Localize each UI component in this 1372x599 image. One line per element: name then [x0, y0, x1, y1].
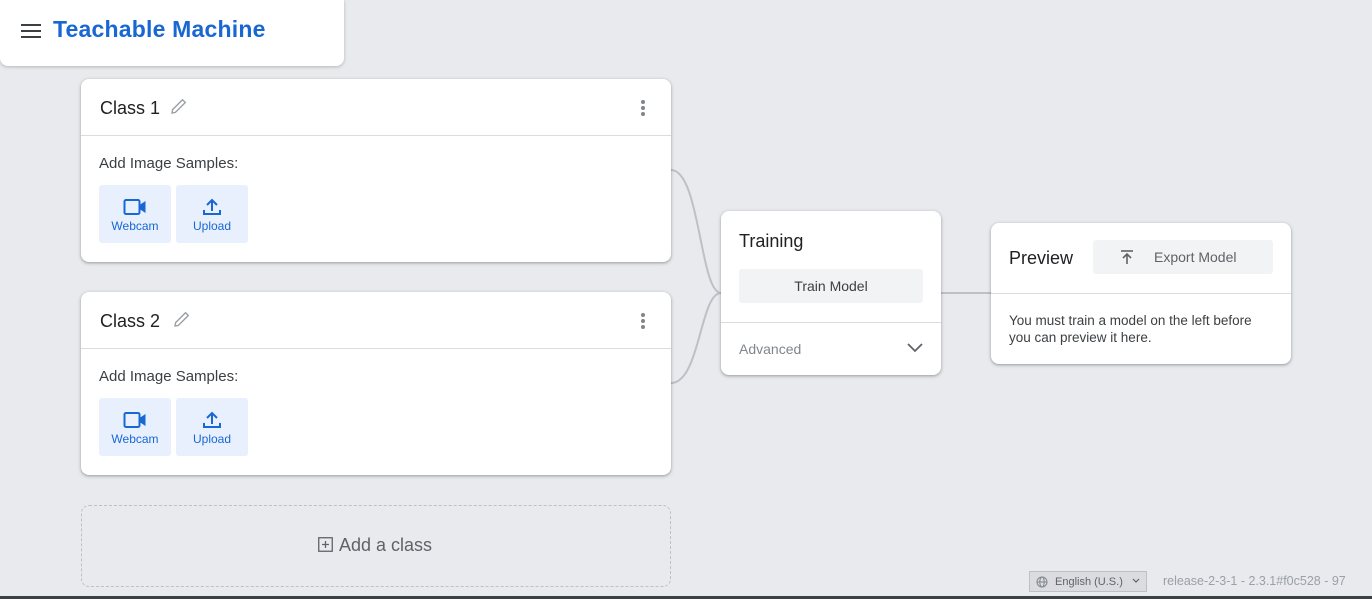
export-model-button[interactable]: Export Model — [1093, 240, 1273, 274]
training-title: Training — [739, 231, 804, 251]
add-class-button[interactable]: Add a class — [81, 505, 671, 587]
add-class-label: Add a class — [339, 535, 433, 555]
upload-button[interactable]: Upload — [176, 185, 248, 243]
globe-icon — [1036, 576, 1048, 588]
upload-button[interactable]: Upload — [176, 398, 248, 456]
language-selector[interactable]: English (U.S.) — [1029, 571, 1147, 592]
release-version: release-2-3-1 - 2.3.1#f0c528 - 97 — [1163, 574, 1346, 588]
upload-icon — [203, 411, 221, 428]
add-box-icon — [318, 537, 333, 552]
chevron-down-icon — [1132, 578, 1140, 583]
webcam-button[interactable]: Webcam — [99, 398, 171, 456]
video-camera-icon — [123, 199, 146, 215]
webcam-label: Webcam — [111, 432, 159, 446]
class-card-1: Class 1 Add Image Samples: Webcam Upload — [81, 79, 671, 262]
export-icon — [1121, 250, 1133, 264]
more-options-icon[interactable] — [641, 313, 645, 329]
edit-pencil-icon[interactable] — [172, 309, 192, 329]
upload-icon — [203, 198, 221, 215]
webcam-label: Webcam — [111, 219, 159, 233]
video-camera-icon — [123, 412, 146, 428]
upload-label: Upload — [192, 219, 232, 233]
webcam-button[interactable]: Webcam — [99, 185, 171, 243]
training-card: Training Train Model Advanced — [721, 211, 941, 375]
class-card-2: Class 2 Add Image Samples: Webcam Upload — [81, 292, 671, 475]
preview-title: Preview — [1009, 248, 1074, 268]
app-header: Teachable Machine — [0, 0, 344, 66]
divider — [991, 293, 1291, 294]
chevron-down-icon — [907, 343, 923, 353]
menu-icon[interactable] — [21, 24, 41, 40]
app-title[interactable]: Teachable Machine — [53, 16, 266, 43]
advanced-toggle[interactable]: Advanced — [721, 323, 941, 375]
samples-label: Add Image Samples: — [99, 155, 239, 172]
samples-label: Add Image Samples: — [99, 368, 239, 385]
class-card-header: Class 2 — [81, 292, 671, 349]
class-card-header: Class 1 — [81, 79, 671, 136]
export-model-label: Export Model — [1154, 249, 1237, 265]
train-model-button[interactable]: Train Model — [739, 269, 923, 303]
preview-card: Preview Export Model You must train a mo… — [991, 223, 1291, 364]
more-options-icon[interactable] — [641, 100, 645, 116]
class-title[interactable]: Class 1 — [100, 98, 160, 119]
upload-label: Upload — [192, 432, 232, 446]
preview-message: You must train a model on the left befor… — [1009, 313, 1252, 345]
language-label: English (U.S.) — [1055, 576, 1123, 588]
edit-pencil-icon[interactable] — [169, 96, 189, 116]
advanced-label: Advanced — [739, 341, 802, 357]
class-title[interactable]: Class 2 — [100, 311, 160, 332]
add-class-content: Add a class — [318, 535, 432, 556]
